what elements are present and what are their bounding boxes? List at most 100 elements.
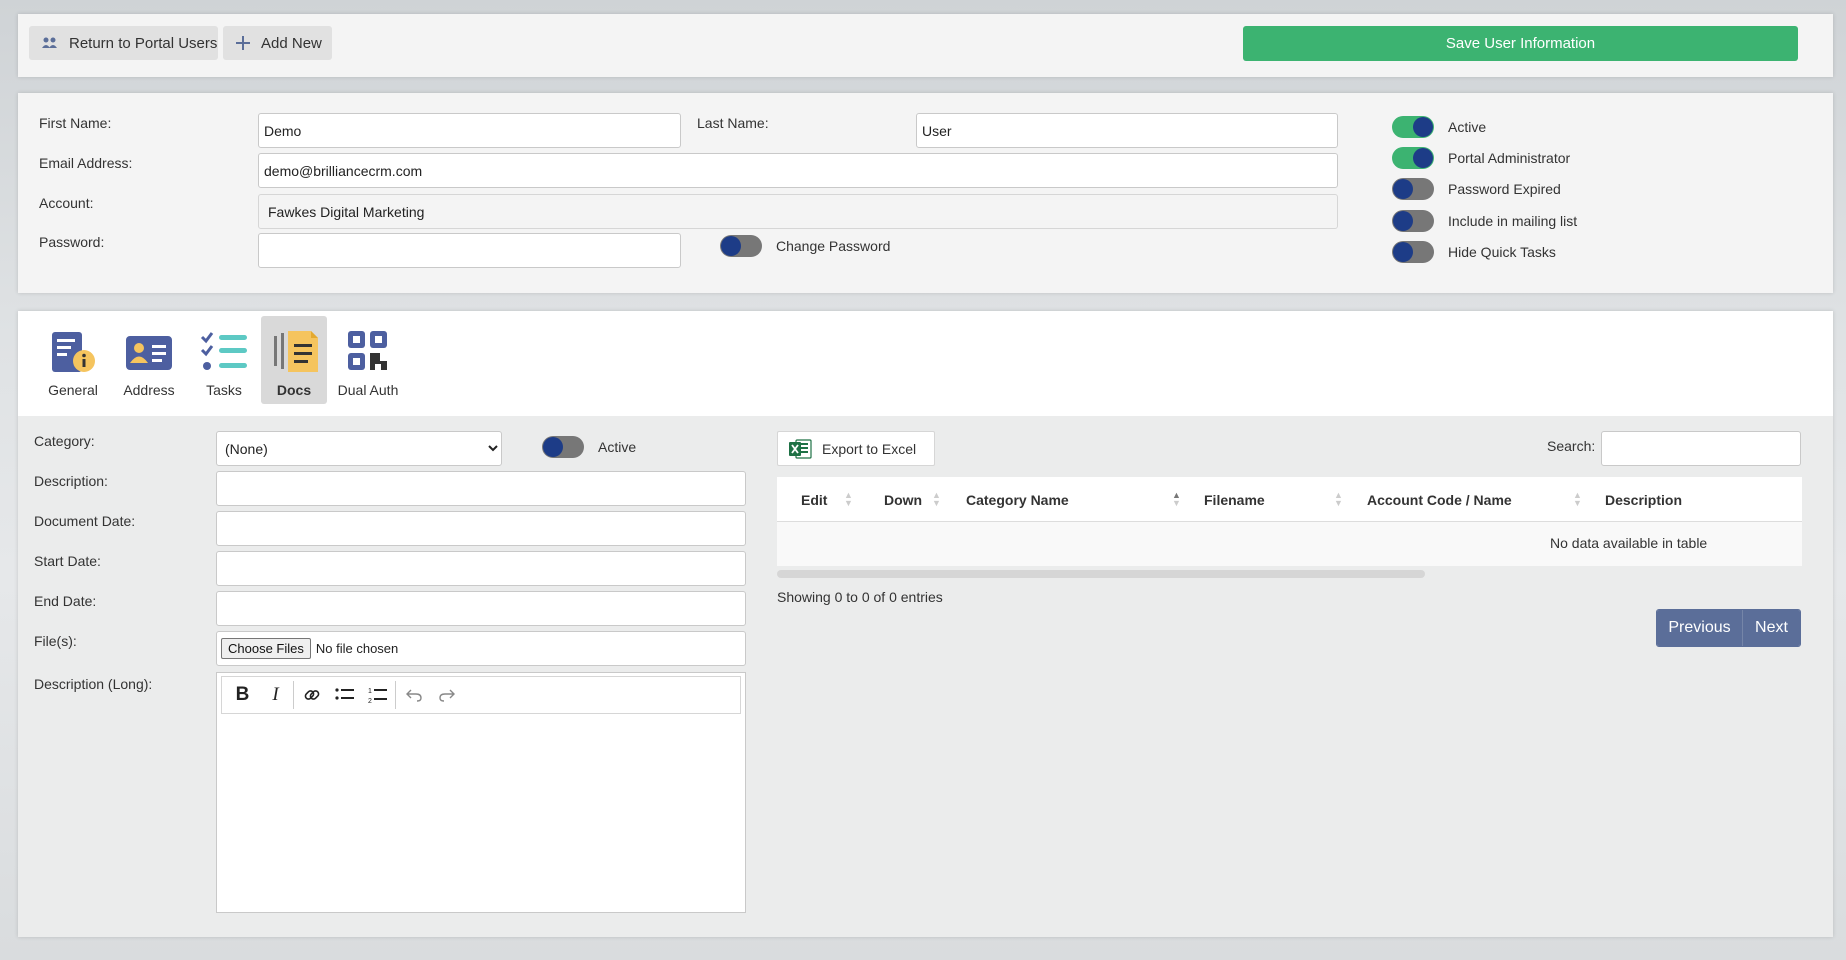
- active-label: Active: [1448, 119, 1487, 135]
- bullet-list-icon: [334, 688, 354, 700]
- export-to-excel-button[interactable]: Export to Excel: [777, 431, 935, 466]
- long-description-editor: B I 1 2: [216, 672, 746, 913]
- sort-icon: ▲ ▼: [1573, 490, 1582, 508]
- sort-icon: ▲ ▼: [844, 490, 853, 508]
- link-button[interactable]: [295, 680, 328, 710]
- table-info: Showing 0 to 0 of 0 entries: [777, 589, 943, 605]
- detail-panel: General Address Tasks Docs Dual Auth Cat…: [18, 311, 1833, 937]
- tab-tasks[interactable]: Tasks: [191, 316, 257, 404]
- pagination: Previous Next: [1656, 609, 1801, 647]
- add-new-label: Add New: [261, 34, 322, 52]
- documents-table: Edit ▲ ▼ Down ▲ ▼ Category Name ▲ ▼ Filenam…: [777, 477, 1802, 566]
- column-down[interactable]: Down: [884, 477, 922, 522]
- table-header: Edit ▲ ▼ Down ▲ ▼ Category Name ▲ ▼ Filenam…: [777, 477, 1802, 522]
- mailing-list-toggle[interactable]: [1392, 210, 1434, 232]
- tab-general[interactable]: General: [40, 316, 106, 404]
- editor-toolbar: B I 1 2: [221, 676, 741, 714]
- sort-icon: ▲ ▼: [932, 490, 941, 508]
- tab-address-label: Address: [123, 382, 175, 398]
- redo-button[interactable]: [430, 680, 463, 710]
- hide-quick-tasks-label: Hide Quick Tasks: [1448, 244, 1556, 260]
- files-label: File(s):: [34, 633, 77, 649]
- doc-active-label: Active: [598, 439, 637, 455]
- long-description-label: Description (Long):: [34, 676, 153, 692]
- last-name-field[interactable]: User: [916, 113, 1338, 148]
- password-label: Password:: [39, 234, 105, 250]
- start-date-field[interactable]: [216, 551, 746, 586]
- bold-button[interactable]: B: [226, 680, 259, 710]
- category-select[interactable]: (None): [216, 431, 502, 466]
- sort-asc-icon: ▲ ▼: [1172, 490, 1181, 508]
- sort-icon: ▲ ▼: [1334, 490, 1343, 508]
- undo-button[interactable]: [397, 680, 430, 710]
- portal-administrator-toggle[interactable]: [1392, 147, 1434, 169]
- column-edit[interactable]: Edit: [801, 477, 827, 522]
- start-date-label: Start Date:: [34, 553, 101, 569]
- portal-administrator-label: Portal Administrator: [1448, 150, 1571, 166]
- description-field[interactable]: [216, 471, 746, 506]
- no-file-text: No file chosen: [315, 641, 399, 656]
- svg-text:2: 2: [368, 698, 372, 704]
- italic-button[interactable]: I: [259, 680, 292, 710]
- change-password-toggle[interactable]: [720, 235, 762, 257]
- tab-dual-auth-label: Dual Auth: [337, 382, 399, 398]
- email-label: Email Address:: [39, 155, 133, 171]
- empty-message: No data available in table: [1550, 535, 1708, 551]
- previous-button[interactable]: Previous: [1657, 610, 1743, 646]
- column-account-code-name[interactable]: Account Code / Name: [1367, 477, 1512, 522]
- tab-dual-auth[interactable]: Dual Auth: [335, 316, 401, 404]
- password-expired-label: Password Expired: [1448, 181, 1561, 197]
- qr-code-icon: [348, 331, 387, 370]
- end-date-field[interactable]: [216, 591, 746, 626]
- export-label: Export to Excel: [822, 440, 917, 457]
- category-label: Category:: [34, 433, 95, 449]
- excel-icon: [789, 438, 812, 459]
- search-input[interactable]: [1601, 431, 1801, 466]
- doc-active-toggle[interactable]: [542, 436, 584, 458]
- account-label: Account:: [39, 195, 94, 211]
- document-date-label: Document Date:: [34, 513, 136, 529]
- document-date-field[interactable]: [216, 511, 746, 546]
- account-field: Fawkes Digital Marketing: [258, 194, 1338, 229]
- link-icon: [304, 690, 319, 700]
- tab-docs[interactable]: Docs: [261, 316, 327, 404]
- first-name-field[interactable]: Demo: [258, 113, 681, 148]
- user-info-panel: First Name: Demo Last Name: User Email A…: [18, 93, 1833, 293]
- column-description[interactable]: Description: [1605, 477, 1682, 522]
- end-date-label: End Date:: [34, 593, 97, 609]
- numbered-list-button[interactable]: 1 2: [361, 680, 394, 710]
- plus-icon: [236, 36, 250, 50]
- column-filename[interactable]: Filename: [1204, 477, 1265, 522]
- hide-quick-tasks-toggle[interactable]: [1392, 241, 1434, 263]
- return-to-portal-users-button[interactable]: Return to Portal Users: [29, 26, 218, 60]
- horizontal-scrollbar[interactable]: [777, 570, 1425, 578]
- file-input: Choose Files No file chosen: [216, 631, 746, 666]
- general-info-icon: [52, 332, 95, 372]
- search-label: Search:: [1547, 438, 1596, 454]
- docs-content: Category: (None) Active Description: Doc…: [18, 416, 1833, 937]
- save-user-information-button[interactable]: Save User Information: [1243, 26, 1798, 61]
- password-expired-toggle[interactable]: [1392, 178, 1434, 200]
- active-toggle[interactable]: [1392, 116, 1434, 138]
- numbered-list-icon: 1 2: [368, 688, 387, 704]
- tab-general-label: General: [48, 382, 98, 398]
- tab-address[interactable]: Address: [116, 316, 182, 404]
- first-name-label: First Name:: [39, 115, 112, 131]
- next-button[interactable]: Next: [1743, 610, 1800, 646]
- choose-files-button[interactable]: Choose Files: [221, 638, 311, 659]
- svg-text:1: 1: [368, 688, 372, 695]
- bullet-list-button[interactable]: [328, 680, 361, 710]
- users-icon: [42, 37, 57, 48]
- description-label: Description:: [34, 473, 108, 489]
- table-row: No data available in table: [777, 522, 1802, 566]
- address-card-icon: [126, 336, 172, 370]
- redo-icon: [438, 689, 455, 702]
- toolbar: Return to Portal Users Add New Save User…: [18, 14, 1833, 77]
- document-icon: [274, 331, 318, 372]
- column-category-name[interactable]: Category Name: [966, 477, 1069, 522]
- last-name-label: Last Name:: [697, 115, 769, 131]
- tab-docs-label: Docs: [276, 382, 312, 398]
- password-field[interactable]: [258, 233, 681, 268]
- email-field[interactable]: demo@brilliancecrm.com: [258, 153, 1338, 188]
- add-new-button[interactable]: Add New: [223, 26, 332, 60]
